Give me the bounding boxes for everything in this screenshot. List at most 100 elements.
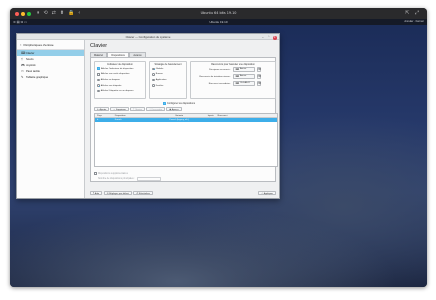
main-shortcut-row: Principaux raccourcis : ⌨ Aucun ⌫ bbox=[191, 66, 275, 73]
sidebar-item-label: Clavier bbox=[26, 51, 35, 55]
defaults-button[interactable]: ⟲Réglages par défaut bbox=[103, 190, 132, 196]
vm-window: ⏸ ⟲ ⇄ ⬍ 🔒 ‹ Ubuntu 64 bits 19.10 ⇱ ⤢ ≡ ▤… bbox=[10, 8, 427, 287]
clear-shortcut-icon[interactable]: ⌫ bbox=[256, 74, 261, 79]
button-label: Monter bbox=[135, 109, 143, 111]
button-label: Réinitialiser bbox=[138, 192, 151, 195]
layouts-panel: Indicateur de disposition ✓ Afficher l'i… bbox=[90, 57, 278, 182]
shortcut-label: Raccourcis de troisième niveau : bbox=[199, 75, 231, 78]
table-cell[interactable]: French (legacy, alt.) bbox=[154, 118, 203, 122]
option-label: Fenêtre bbox=[155, 84, 164, 87]
table-cell[interactable] bbox=[218, 118, 277, 122]
vm-titlebar: ⏸ ⟲ ⇄ ⬍ 🔒 ‹ Ubuntu 64 bits 19.10 ⇱ ⤢ bbox=[10, 8, 427, 19]
checkbox-checked[interactable]: ✓ bbox=[163, 102, 166, 105]
sidebar-item-label: Pavé tactile bbox=[26, 69, 40, 73]
option-label: Afficher une seule disposition bbox=[100, 73, 130, 76]
radio-button-selected[interactable] bbox=[97, 84, 100, 87]
checkbox-unchecked[interactable]: ✓ bbox=[97, 72, 100, 76]
switch-policy-title: Stratégie de basculement bbox=[154, 63, 182, 66]
spare-layouts-label: Dispositions supplémentaires bbox=[97, 172, 128, 175]
option-label: Application bbox=[155, 78, 167, 81]
button-label: Supprimer bbox=[115, 109, 126, 111]
option-label: Afficher l'étiquette sur un drapeau bbox=[100, 90, 134, 93]
remove-layout-button[interactable]: −Supprimer bbox=[110, 107, 129, 112]
label-on-flag-option[interactable]: Afficher l'étiquette sur un drapeau bbox=[95, 88, 145, 94]
radio-button[interactable] bbox=[97, 89, 100, 93]
configure-layouts-label: Configurer les dispositions bbox=[166, 102, 196, 105]
apply-button[interactable]: ✓Appliquer bbox=[258, 190, 276, 196]
layouts-toolbar: +Ajouter −Supprimer ↑Monter ↓Descendre ◉… bbox=[94, 107, 183, 112]
radio-button[interactable] bbox=[152, 73, 155, 76]
option-label: Bureau bbox=[155, 73, 163, 76]
radio-button-selected[interactable] bbox=[152, 67, 155, 71]
clear-shortcut-icon[interactable]: ⌫ bbox=[256, 67, 261, 72]
checkbox-checked[interactable]: ✓ bbox=[97, 67, 100, 71]
move-down-button[interactable]: ↓Descendre bbox=[146, 107, 166, 112]
preview-button[interactable]: ◉Aperçu bbox=[166, 107, 182, 112]
spare-count-label: Nombre de dispositions principales : bbox=[98, 178, 135, 181]
column-header[interactable]: Raccourci bbox=[218, 114, 277, 117]
layouts-table: Pays Disposition Variante Inputs Raccour… bbox=[94, 113, 278, 167]
switch-policy-group: Stratégie de basculement Globale Bureau … bbox=[149, 61, 187, 99]
help-button[interactable]: ?Aide bbox=[90, 190, 103, 196]
shortcut-value: Aucun bbox=[239, 75, 247, 78]
button-label: Descendre bbox=[151, 109, 163, 111]
keyboard-shortcut-icon: ⌨ bbox=[235, 82, 239, 85]
settings-window-title: Clavier — Configuration du système bbox=[125, 35, 171, 40]
column-header[interactable]: Inputs bbox=[204, 114, 218, 117]
desktop-wallpaper: ≡ ▤ ⧉ ▭ Ubuntu 19.10 Annuler · Fermer Cl… bbox=[10, 19, 427, 287]
option-label: Afficher un drapeau bbox=[100, 78, 120, 81]
option-label: Afficher une étiquette bbox=[100, 84, 122, 87]
back-chevron-icon[interactable]: ‹ bbox=[20, 43, 21, 47]
main-shortcut-button[interactable]: ⌨ Aucun bbox=[233, 67, 255, 72]
alternative-shortcut-row: Raccourci secondaire : ⌨ Ctrl+Alt+K ⌫ bbox=[191, 80, 275, 87]
checkbox-unchecked[interactable]: ✓ bbox=[94, 172, 97, 176]
radio-button[interactable] bbox=[152, 84, 155, 87]
panel-center-title: Ubuntu 19.10 bbox=[209, 20, 228, 25]
sidebar-item-label: Souris bbox=[26, 57, 34, 61]
keyboard-shortcut-icon: ⌨ bbox=[235, 68, 239, 71]
spare-layouts-section: ✓ Dispositions supplémentaires Nombre de… bbox=[94, 171, 161, 182]
sidebar-header[interactable]: ‹ Périphériques d'entrée bbox=[17, 40, 84, 50]
sidebar-item-tablet[interactable]: ✎ Tablette graphique bbox=[17, 74, 84, 80]
shortcut-label: Raccourci secondaire : bbox=[208, 82, 231, 85]
panel-right-text[interactable]: Annuler · Fermer bbox=[404, 20, 424, 23]
sidebar-item-label: Tablette graphique bbox=[26, 75, 49, 79]
system-settings-window: Clavier — Configuration du système ⌄ ⌃ ✕… bbox=[16, 33, 280, 199]
window-controls[interactable]: ⌄ ⌃ ✕ bbox=[262, 35, 277, 40]
button-label: Réglages par défaut bbox=[109, 192, 129, 195]
column-header[interactable]: Disposition bbox=[115, 114, 155, 117]
button-label: Aperçu bbox=[171, 109, 179, 111]
third-level-shortcut-button[interactable]: ⌨ Aucun bbox=[233, 74, 255, 79]
column-header[interactable]: Pays bbox=[95, 114, 115, 117]
move-up-button[interactable]: ↑Monter bbox=[129, 107, 146, 112]
indicator-group: Indicateur de disposition ✓ Afficher l'i… bbox=[94, 61, 146, 99]
table-row[interactable]: fr French French (legacy, alt.) bbox=[95, 118, 277, 122]
sidebar-header-label: Périphériques d'entrée bbox=[23, 42, 54, 47]
sidebar-item-label: Joystick bbox=[26, 63, 36, 67]
clear-shortcut-icon[interactable]: ⌫ bbox=[256, 81, 261, 86]
button-label: Aide bbox=[94, 192, 100, 195]
third-level-shortcut-row: Raccourcis de troisième niveau : ⌨ Aucun … bbox=[191, 73, 275, 80]
policy-window-option[interactable]: Fenêtre bbox=[150, 83, 186, 89]
alternative-shortcut-button[interactable]: ⌨ Ctrl+Alt+K bbox=[233, 81, 255, 86]
add-layout-button[interactable]: +Ajouter bbox=[94, 107, 110, 112]
table-cell: fr bbox=[97, 119, 99, 121]
shortcuts-group: Raccourcis pour basculer une disposition… bbox=[190, 61, 276, 99]
vm-window-title: Ubuntu 64 bits 19.10 bbox=[200, 11, 237, 15]
button-label: Ajouter bbox=[99, 109, 107, 111]
option-label: Afficher l'indicateur de disposition bbox=[100, 67, 134, 70]
vm-right-icons[interactable]: ⇱ ⤢ bbox=[405, 10, 421, 16]
page-title: Clavier bbox=[90, 43, 108, 49]
radio-button[interactable] bbox=[97, 78, 100, 82]
spare-count-spinbox[interactable] bbox=[136, 177, 161, 182]
radio-button[interactable] bbox=[152, 78, 155, 82]
reset-button[interactable]: ↺Réinitialiser bbox=[133, 190, 154, 196]
sidebar: ‹ Périphériques d'entrée ⌨ Clavier 🖱 Sou… bbox=[17, 40, 85, 198]
spare-count-row: Nombre de dispositions principales : bbox=[94, 177, 161, 183]
configure-layouts-checkbox[interactable]: ✓ Configurer les dispositions bbox=[163, 102, 195, 105]
column-header[interactable]: Variante bbox=[154, 114, 203, 117]
button-label: Appliquer bbox=[263, 192, 273, 195]
shortcut-label: Principaux raccourcis : bbox=[208, 68, 231, 71]
option-label: Globale bbox=[155, 67, 164, 70]
table-cell: French bbox=[114, 119, 122, 121]
